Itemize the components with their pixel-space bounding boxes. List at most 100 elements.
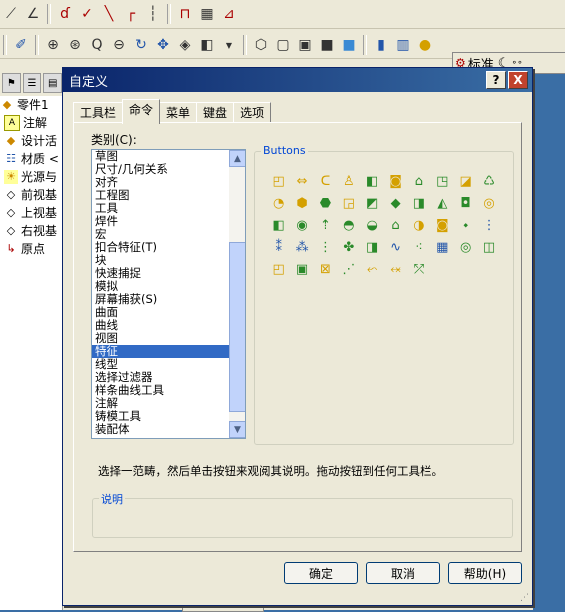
fillet-icon[interactable]: ◔ — [270, 194, 288, 212]
pattern-sketch-icon[interactable]: ⋮ — [316, 238, 334, 256]
category-item[interactable]: 扣合特征(T) — [92, 241, 229, 254]
display-1-icon[interactable]: ▮ — [372, 36, 390, 54]
shell-icon[interactable]: ◲ — [340, 194, 358, 212]
split-icon[interactable]: ◓ — [340, 216, 358, 234]
delete-body-icon[interactable]: ⊠ — [316, 260, 334, 278]
cancel-button[interactable]: 取消 — [366, 562, 440, 584]
dashed-corner-tool-icon[interactable]: ┆ — [144, 5, 162, 23]
dialog-titlebar[interactable]: 自定义 ? X — [63, 68, 532, 92]
tree-item-top-plane[interactable]: ◇ 上视基 — [0, 204, 62, 222]
mirror-pattern-icon[interactable]: ⁖ — [410, 238, 428, 256]
config-manager-tab[interactable]: ▤ — [43, 73, 63, 93]
sphere-display-icon[interactable]: ● — [416, 36, 434, 54]
ok-button[interactable]: 确定 — [284, 562, 358, 584]
angle-tool-icon[interactable]: ⊿ — [220, 5, 238, 23]
zoom-query-icon[interactable]: Q — [88, 36, 106, 54]
tree-item-part[interactable]: ◆ 零件1 — [0, 96, 62, 114]
tab-menus[interactable]: 菜单 — [159, 102, 198, 123]
flex-icon[interactable]: ◧ — [270, 216, 288, 234]
variable-pattern-icon[interactable]: ∿ — [387, 238, 405, 256]
cylinder-icon[interactable]: ◙ — [433, 216, 451, 234]
freeform-icon[interactable]: ◉ — [293, 216, 311, 234]
intersect-icon[interactable]: ⌂ — [387, 216, 405, 234]
category-item[interactable]: 装配体 — [92, 423, 229, 436]
help-button[interactable]: 帮助(H) — [448, 562, 522, 584]
pattern-linear-icon[interactable]: ⋮ — [480, 216, 498, 234]
rotate-icon[interactable]: ↻ — [132, 36, 150, 54]
revolve-cut-icon[interactable]: ⌂ — [410, 172, 428, 190]
dropdown-arrow-icon[interactable]: ▼ — [220, 36, 238, 54]
view-orient-icon[interactable]: ◈ — [176, 36, 194, 54]
dome-icon[interactable]: ◭ — [433, 194, 451, 212]
tree-item-origin[interactable]: ↳ 原点 — [0, 240, 62, 258]
shape-icon[interactable]: ◘ — [457, 194, 475, 212]
pattern-curve-icon[interactable]: ⁂ — [293, 238, 311, 256]
category-item[interactable]: 焊件 — [92, 215, 229, 228]
tree-item-material[interactable]: ☷ 材质 < — [0, 150, 62, 168]
cut-extrude-icon[interactable]: ◙ — [387, 172, 405, 190]
sketch-tool-icon[interactable]: ⟋ — [2, 5, 20, 23]
rib-icon[interactable]: ⬣ — [316, 194, 334, 212]
pan-icon[interactable]: ✥ — [154, 36, 172, 54]
thicken-icon[interactable]: ◧ — [363, 172, 381, 190]
revolve-boss-icon[interactable]: ⇔ — [293, 172, 311, 190]
pattern-circular-icon[interactable]: ⁑ — [270, 238, 288, 256]
chamfer-icon[interactable]: ⬢ — [293, 194, 311, 212]
close-button[interactable]: X — [508, 71, 528, 89]
tab-commands[interactable]: 命令 — [122, 99, 161, 124]
rebuild-icon[interactable]: ⤱ — [410, 260, 428, 278]
tree-item-right-plane[interactable]: ◇ 右视基 — [0, 222, 62, 240]
extrude-boss-icon[interactable]: ◰ — [270, 172, 288, 190]
scale-icon[interactable]: ◑ — [410, 216, 428, 234]
tree-item-design[interactable]: ◆ 设计活 — [0, 132, 62, 150]
curves-icon[interactable]: ◫ — [480, 238, 498, 256]
move-face-icon[interactable]: ⇡ — [316, 216, 334, 234]
zoom-area-icon[interactable]: ⊛ — [66, 36, 84, 54]
suppress-icon[interactable]: ⋰ — [340, 260, 358, 278]
feature-manager-tab[interactable]: ⚑ — [2, 73, 21, 93]
combine-icon[interactable]: ◒ — [363, 216, 381, 234]
rollback-icon[interactable]: ⬾ — [387, 260, 405, 278]
category-list[interactable]: 草图 尺寸/几何关系 对齐 工程图 工具 焊件宏扣合特征(T) 块快速捕捉 模拟 屏幕捕获(S)… — [91, 149, 246, 439]
library-feature-icon[interactable]: ▦ — [433, 238, 451, 256]
tab-keyboard[interactable]: 键盘 — [196, 102, 235, 123]
loft-cut-icon[interactable]: ◪ — [457, 172, 475, 190]
pattern-fill-icon[interactable]: ◨ — [363, 238, 381, 256]
property-manager-tab[interactable]: ☰ — [22, 73, 42, 93]
sweep-boss-icon[interactable]: ᑕ — [316, 172, 334, 190]
arc-tool-icon[interactable]: ɗ — [56, 5, 74, 23]
tree-item-light[interactable]: ☀ 光源与 — [0, 168, 62, 186]
line-tool-icon[interactable]: ∠ — [24, 5, 42, 23]
display-2-icon[interactable]: ▥ — [394, 36, 412, 54]
dimension-tool-icon[interactable]: ⊓ — [176, 5, 194, 23]
cube-view-4-icon[interactable]: ■ — [318, 36, 336, 54]
wrap-icon[interactable]: ◨ — [410, 194, 428, 212]
loft-boss-icon[interactable]: ♙ — [340, 172, 358, 190]
corner-tool-icon[interactable]: ┌ — [122, 5, 140, 23]
pointer-tool-icon[interactable]: ✐ — [12, 36, 30, 54]
ref-geometry-icon[interactable]: ◎ — [457, 238, 475, 256]
deform-icon[interactable]: ◎ — [480, 194, 498, 212]
category-scrollbar[interactable]: ▲ ▼ — [229, 150, 245, 438]
scroll-down-button[interactable]: ▼ — [229, 421, 245, 438]
instant3d-icon[interactable]: ◰ — [270, 260, 288, 278]
tab-options[interactable]: 选项 — [233, 102, 272, 123]
help-title-button[interactable]: ? — [486, 71, 506, 89]
scroll-up-button[interactable]: ▲ — [229, 150, 245, 167]
cube-view-2-icon[interactable]: ▢ — [274, 36, 292, 54]
cube-view-3-icon[interactable]: ▣ — [296, 36, 314, 54]
scroll-thumb[interactable] — [229, 242, 245, 412]
tree-item-front-plane[interactable]: ◇ 前视基 — [0, 186, 62, 204]
tab-toolbars[interactable]: 工具栏 — [73, 102, 124, 123]
pattern-table-icon[interactable]: ✤ — [340, 238, 358, 256]
draft-icon[interactable]: ◩ — [363, 194, 381, 212]
tree-item-annotation[interactable]: A 注解 — [0, 114, 62, 132]
check-tool-icon[interactable]: ✓ — [78, 5, 96, 23]
unsuppress-icon[interactable]: ⬿ — [363, 260, 381, 278]
grid-tool-icon[interactable]: ▦ — [198, 5, 216, 23]
zoom-out-icon[interactable]: ⊖ — [110, 36, 128, 54]
cube-shaded-icon[interactable]: ■ — [340, 36, 358, 54]
mirror-icon[interactable]: ⬩ — [457, 216, 475, 234]
slash-tool-icon[interactable]: ╲ — [100, 5, 118, 23]
feature-works-icon[interactable]: ▣ — [293, 260, 311, 278]
